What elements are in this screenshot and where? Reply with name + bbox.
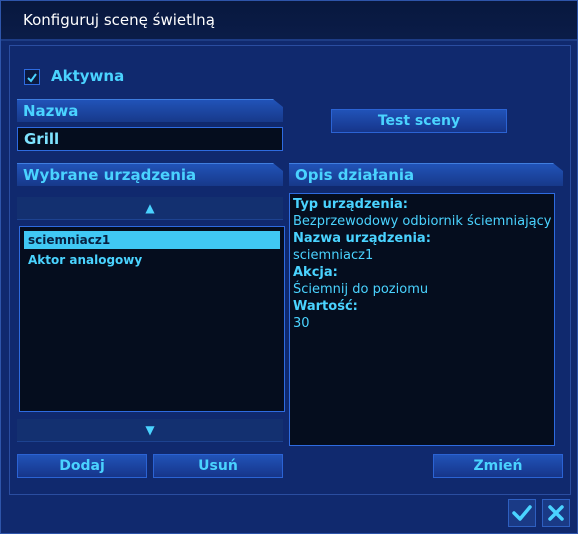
- title-bar: Konfiguruj scenę świetlną: [1, 1, 577, 41]
- scroll-up-button[interactable]: ▲: [17, 197, 283, 220]
- close-icon: [548, 505, 564, 521]
- scroll-down-button[interactable]: ▼: [17, 419, 283, 442]
- active-checkbox[interactable]: [24, 69, 40, 85]
- devices-header-label: Wybrane urządzenia: [23, 166, 197, 184]
- value-value: 30: [293, 316, 310, 331]
- list-item[interactable]: sciemniacz1: [24, 231, 280, 249]
- checkmark-icon: [27, 73, 37, 83]
- name-input[interactable]: Grill: [17, 127, 283, 151]
- device-name-label: Nazwa urządzenia:: [293, 231, 431, 246]
- description-header: Opis działania: [289, 163, 563, 186]
- cancel-button[interactable]: [542, 499, 570, 527]
- dialog-window: Konfiguruj scenę świetlną Aktywna Nazwa …: [0, 0, 578, 534]
- list-item-label: sciemniacz1: [28, 233, 111, 247]
- add-button[interactable]: Dodaj: [17, 454, 147, 478]
- action-label: Akcja:: [293, 265, 338, 280]
- list-item[interactable]: Aktor analogowy: [24, 251, 280, 269]
- device-name-value: sciemniacz1: [293, 248, 374, 263]
- name-header-label: Nazwa: [23, 102, 79, 120]
- name-header: Nazwa: [17, 99, 283, 122]
- list-item-label: Aktor analogowy: [28, 253, 143, 267]
- value-label: Wartość:: [293, 299, 358, 314]
- change-button[interactable]: Zmień: [433, 454, 563, 478]
- device-type-label: Typ urządzenia:: [293, 197, 409, 212]
- description-panel: Typ urządzenia: Bezprzewodowy odbiornik …: [289, 193, 555, 446]
- name-input-value: Grill: [24, 130, 60, 148]
- remove-button[interactable]: Usuń: [153, 454, 283, 478]
- devices-header: Wybrane urządzenia: [17, 163, 283, 186]
- test-scene-button[interactable]: Test sceny: [331, 109, 507, 133]
- active-label: Aktywna: [51, 67, 125, 85]
- ok-button[interactable]: [508, 499, 536, 527]
- check-icon: [512, 505, 532, 521]
- description-header-label: Opis działania: [295, 166, 415, 184]
- dialog-body: Aktywna Nazwa Grill Test sceny Wybrane u…: [9, 45, 571, 495]
- devices-list[interactable]: sciemniacz1 Aktor analogowy: [19, 226, 285, 412]
- window-title: Konfiguruj scenę świetlną: [23, 11, 215, 29]
- action-value: Ściemnij do poziomu: [293, 282, 429, 297]
- device-type-value: Bezprzewodowy odbiornik ściemniający: [293, 214, 552, 229]
